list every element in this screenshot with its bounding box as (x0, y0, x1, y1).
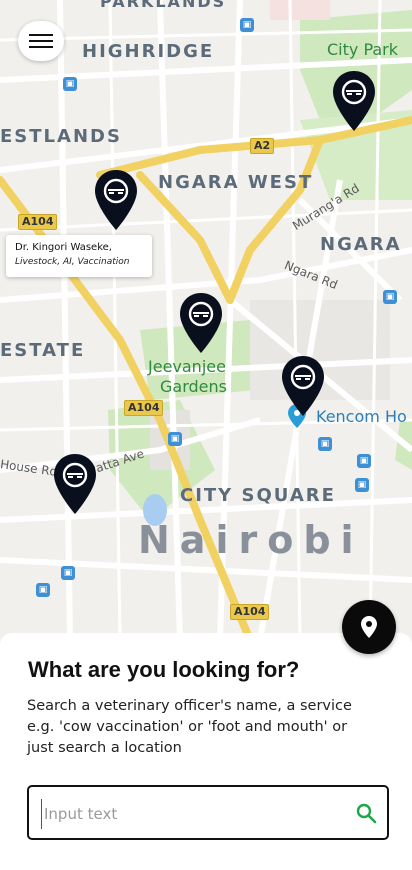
road-badge: A104 (18, 214, 58, 230)
district-label: PARKLANDS (100, 0, 227, 11)
road-badge: A2 (250, 138, 275, 154)
bus-stop-icon: ▣ (318, 437, 332, 451)
district-label: NGARA (320, 234, 402, 255)
search-sheet: What are you looking for? Search a veter… (0, 633, 412, 870)
district-label: NGARA WEST (158, 172, 314, 193)
vet-marker-icon[interactable] (179, 293, 223, 353)
vet-marker-icon[interactable] (94, 170, 138, 230)
place-label: City Park (327, 40, 399, 59)
map-view[interactable]: PARKLANDS HIGHRIDGE ESTLANDS NGARA WEST … (0, 0, 412, 640)
bus-stop-icon: ▣ (36, 583, 50, 597)
vet-marker-icon[interactable] (332, 71, 376, 131)
bus-stop-icon: ▣ (63, 77, 77, 91)
vet-info-card[interactable]: Dr. Kingori Waseke, Livestock, AI, Vacci… (6, 235, 152, 277)
city-label: Nairobi (138, 518, 364, 562)
sheet-description: Search a veterinary officer's name, a se… (27, 698, 352, 756)
locate-button[interactable] (342, 600, 396, 654)
road-badge: A104 (124, 400, 164, 416)
district-label: HIGHRIDGE (82, 41, 215, 62)
bus-stop-icon: ▣ (383, 290, 397, 304)
hamburger-menu-icon (29, 34, 53, 48)
district-label: ESTLANDS (0, 126, 122, 147)
search-box[interactable] (27, 785, 389, 840)
search-input[interactable] (41, 799, 346, 829)
district-label: CITY SQUARE (180, 485, 336, 506)
district-label: ESTATE (0, 340, 86, 361)
bus-stop-icon: ▣ (61, 566, 75, 580)
vet-name: Dr. Kingori Waseke, (15, 242, 112, 253)
vet-marker-icon[interactable] (53, 454, 97, 514)
vet-services: Livestock, AI, Vaccination (15, 257, 130, 267)
place-label: Jeevanjee (148, 357, 226, 376)
road-badge: A104 (230, 604, 270, 620)
sheet-title: What are you looking for? (28, 657, 300, 682)
place-label: Kencom Ho (316, 407, 407, 426)
menu-button[interactable] (18, 21, 64, 61)
search-icon[interactable] (355, 802, 377, 824)
bus-stop-icon: ▣ (168, 432, 182, 446)
location-pin-icon (361, 616, 377, 638)
place-label: Gardens (160, 377, 227, 396)
bus-stop-icon: ▣ (240, 18, 254, 32)
vet-marker-icon[interactable] (281, 356, 325, 416)
bus-stop-icon: ▣ (357, 454, 371, 468)
bus-stop-icon: ▣ (355, 478, 369, 492)
